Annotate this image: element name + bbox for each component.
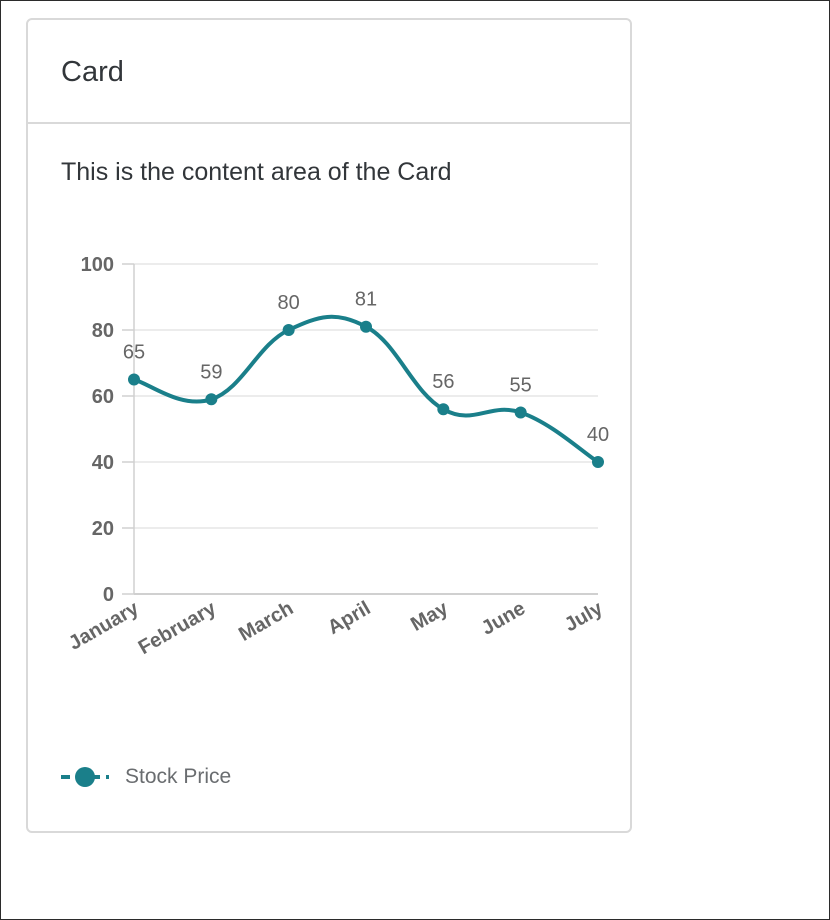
line-chart: 020406080100 JanuaryFebruary March April Ma…	[65, 254, 609, 659]
data-point-may[interactable]	[437, 403, 450, 416]
y-tick-label-20: 20	[92, 518, 114, 540]
x-tick-labels: JanuaryFebruary March April May June July	[65, 597, 607, 659]
data-label-january: 65	[123, 342, 145, 364]
legend-line-dot-icon	[61, 767, 109, 787]
series-stock-price	[128, 314, 604, 468]
y-tick-label-60: 60	[92, 386, 114, 408]
x-tick-label-february: February	[135, 597, 221, 659]
axes	[122, 263, 598, 595]
data-label-march: 80	[278, 292, 300, 314]
data-label-may: 56	[432, 371, 454, 393]
y-tick-label-100: 100	[81, 254, 114, 276]
data-point-june[interactable]	[514, 406, 527, 419]
x-tick-label-march: March	[235, 597, 297, 646]
x-tick-label-april: April	[324, 597, 374, 639]
x-tick-label-june: June	[478, 597, 529, 639]
y-tick-label-0: 0	[103, 584, 114, 606]
data-label-april: 81	[355, 289, 377, 311]
x-tick-label-may: May	[407, 597, 452, 636]
y-tick-label-80: 80	[92, 320, 114, 342]
y-tick-labels: 0 20 40 60 80 100	[81, 254, 114, 606]
y-tick-label-40: 40	[92, 452, 114, 474]
data-label-june: 55	[510, 375, 532, 397]
data-labels: 65 59 80 81 56 55 40	[123, 289, 609, 446]
data-label-february: 59	[200, 361, 222, 383]
card: Card This is the content area of the Car…	[26, 18, 632, 833]
legend[interactable]: Stock Price	[59, 762, 231, 792]
data-point-july[interactable]	[592, 456, 604, 468]
data-point-february[interactable]	[205, 393, 218, 406]
data-point-april[interactable]	[360, 320, 372, 333]
data-point-march[interactable]	[282, 324, 295, 336]
x-tick-label-july: July	[561, 597, 607, 637]
data-point-january[interactable]	[128, 373, 140, 386]
legend-label-stock-price: Stock Price	[125, 765, 232, 788]
data-label-july: 40	[587, 424, 609, 446]
